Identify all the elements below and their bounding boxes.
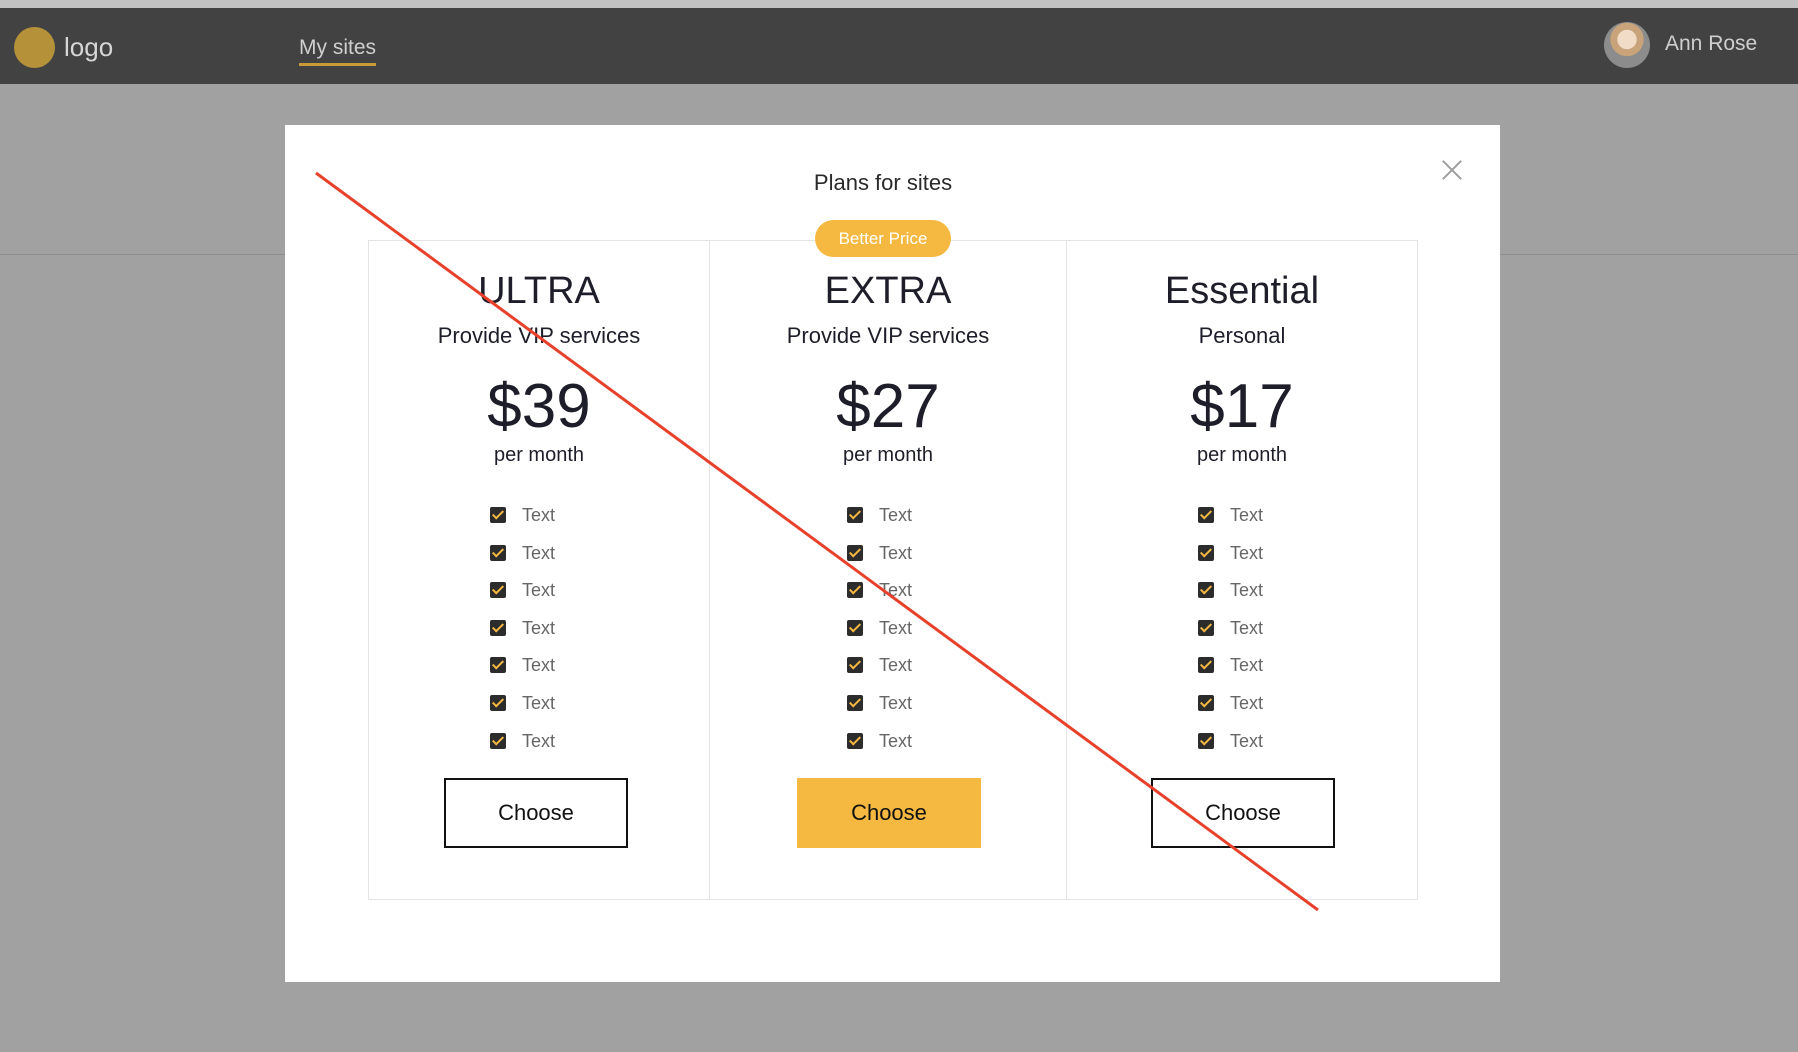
feature-text: Text bbox=[522, 580, 556, 601]
feature-item: Text bbox=[369, 653, 709, 691]
feature-item: Text bbox=[1067, 541, 1417, 579]
feature-text: Text bbox=[879, 692, 913, 713]
feature-item: Text bbox=[1067, 503, 1417, 541]
choose-button-ultra[interactable]: Choose bbox=[444, 778, 628, 848]
feature-text: Text bbox=[522, 730, 556, 751]
feature-list: Text Text Text Text Text Text Text bbox=[369, 503, 709, 766]
feature-item: Text bbox=[710, 653, 1066, 691]
feature-item: Text bbox=[369, 578, 709, 616]
checkbox-checked-icon[interactable] bbox=[1198, 507, 1214, 523]
top-strip bbox=[0, 0, 1798, 8]
checkbox-checked-icon[interactable] bbox=[490, 694, 506, 711]
plan-period: per month bbox=[842, 444, 934, 466]
feature-list: Text Text Text Text Text Text Text bbox=[710, 503, 1066, 766]
plan-name: Essential bbox=[1164, 270, 1320, 312]
choose-button-extra[interactable]: Choose bbox=[797, 778, 981, 848]
plan-price: $39 bbox=[487, 372, 591, 441]
feature-item: Text bbox=[1067, 691, 1417, 729]
nav-link-my-sites[interactable]: My sites bbox=[299, 36, 377, 66]
checkbox-checked-icon[interactable] bbox=[1198, 544, 1214, 561]
checkbox-checked-icon[interactable] bbox=[490, 619, 506, 636]
avatar[interactable] bbox=[1604, 22, 1650, 68]
feature-item: Text bbox=[369, 503, 709, 541]
feature-text: Text bbox=[1230, 730, 1264, 751]
checkbox-checked-icon[interactable] bbox=[847, 582, 863, 599]
checkbox-checked-icon[interactable] bbox=[847, 619, 863, 636]
feature-text: Text bbox=[879, 730, 913, 751]
plan-card-essential: Essential Personal $17 per month Text Te… bbox=[1067, 241, 1417, 899]
close-icon[interactable] bbox=[1434, 152, 1470, 188]
plan-card-extra: EXTRA Provide VIP services $27 per month… bbox=[710, 241, 1067, 899]
feature-text: Text bbox=[879, 617, 913, 638]
navbar: logo My sites Ann Rose bbox=[0, 8, 1798, 84]
feature-text: Text bbox=[522, 505, 556, 525]
plan-price: $27 bbox=[836, 372, 940, 441]
plan-subtitle: Provide VIP services bbox=[437, 323, 641, 348]
feature-item: Text bbox=[1067, 578, 1417, 616]
feature-item: Text bbox=[710, 616, 1066, 654]
checkbox-checked-icon[interactable] bbox=[847, 732, 863, 749]
feature-item: Text bbox=[710, 691, 1066, 729]
feature-item: Text bbox=[1067, 616, 1417, 654]
feature-item: Text bbox=[369, 729, 709, 767]
feature-text: Text bbox=[522, 542, 556, 563]
feature-item: Text bbox=[369, 541, 709, 579]
plan-period: per month bbox=[493, 444, 585, 466]
choose-button-essential[interactable]: Choose bbox=[1151, 778, 1335, 848]
feature-text: Text bbox=[1230, 542, 1264, 563]
checkbox-checked-icon[interactable] bbox=[1198, 619, 1214, 636]
feature-text: Text bbox=[1230, 580, 1264, 601]
feature-text: Text bbox=[522, 655, 556, 676]
plan-price: $17 bbox=[1190, 372, 1294, 441]
checkbox-checked-icon[interactable] bbox=[847, 544, 863, 561]
feature-text: Text bbox=[1230, 692, 1264, 713]
feature-text: Text bbox=[1230, 617, 1264, 638]
checkbox-checked-icon[interactable] bbox=[1198, 657, 1214, 674]
checkbox-checked-icon[interactable] bbox=[490, 732, 506, 749]
user-name[interactable]: Ann Rose bbox=[1665, 32, 1757, 56]
feature-item: Text bbox=[1067, 653, 1417, 691]
feature-item: Text bbox=[369, 616, 709, 654]
plan-card-ultra: ULTRA Provide VIP services $39 per month… bbox=[369, 241, 710, 899]
feature-text: Text bbox=[522, 692, 556, 713]
feature-list: Text Text Text Text Text Text Text bbox=[1067, 503, 1417, 766]
checkbox-checked-icon[interactable] bbox=[1198, 694, 1214, 711]
logo-text[interactable]: logo bbox=[64, 32, 113, 63]
logo-icon[interactable] bbox=[14, 27, 55, 68]
feature-item: Text bbox=[710, 541, 1066, 579]
feature-item: Text bbox=[1067, 729, 1417, 767]
checkbox-checked-icon[interactable] bbox=[490, 582, 506, 599]
checkbox-checked-icon[interactable] bbox=[847, 657, 863, 674]
plan-name: ULTRA bbox=[478, 270, 600, 312]
plan-period: per month bbox=[1196, 444, 1288, 466]
checkbox-checked-icon[interactable] bbox=[847, 507, 863, 523]
feature-text: Text bbox=[879, 580, 913, 601]
feature-item: Text bbox=[710, 729, 1066, 767]
checkbox-checked-icon[interactable] bbox=[490, 657, 506, 674]
plans-container: ULTRA Provide VIP services $39 per month… bbox=[368, 240, 1418, 900]
checkbox-checked-icon[interactable] bbox=[490, 507, 506, 523]
checkbox-checked-icon[interactable] bbox=[1198, 582, 1214, 599]
feature-text: Text bbox=[879, 655, 913, 676]
feature-text: Text bbox=[879, 505, 913, 525]
checkbox-checked-icon[interactable] bbox=[847, 694, 863, 711]
plan-subtitle: Personal bbox=[1198, 323, 1286, 348]
plan-subtitle: Provide VIP services bbox=[786, 323, 990, 348]
feature-item: Text bbox=[369, 691, 709, 729]
checkbox-checked-icon[interactable] bbox=[1198, 732, 1214, 749]
feature-item: Text bbox=[710, 578, 1066, 616]
feature-text: Text bbox=[879, 542, 913, 563]
feature-text: Text bbox=[1230, 505, 1264, 525]
checkbox-checked-icon[interactable] bbox=[490, 544, 506, 561]
plan-name: EXTRA bbox=[824, 270, 952, 312]
feature-item: Text bbox=[710, 503, 1066, 541]
better-price-badge: Better Price bbox=[815, 220, 951, 257]
modal-title: Plans for sites bbox=[813, 170, 953, 195]
feature-text: Text bbox=[1230, 655, 1264, 676]
feature-text: Text bbox=[522, 617, 556, 638]
